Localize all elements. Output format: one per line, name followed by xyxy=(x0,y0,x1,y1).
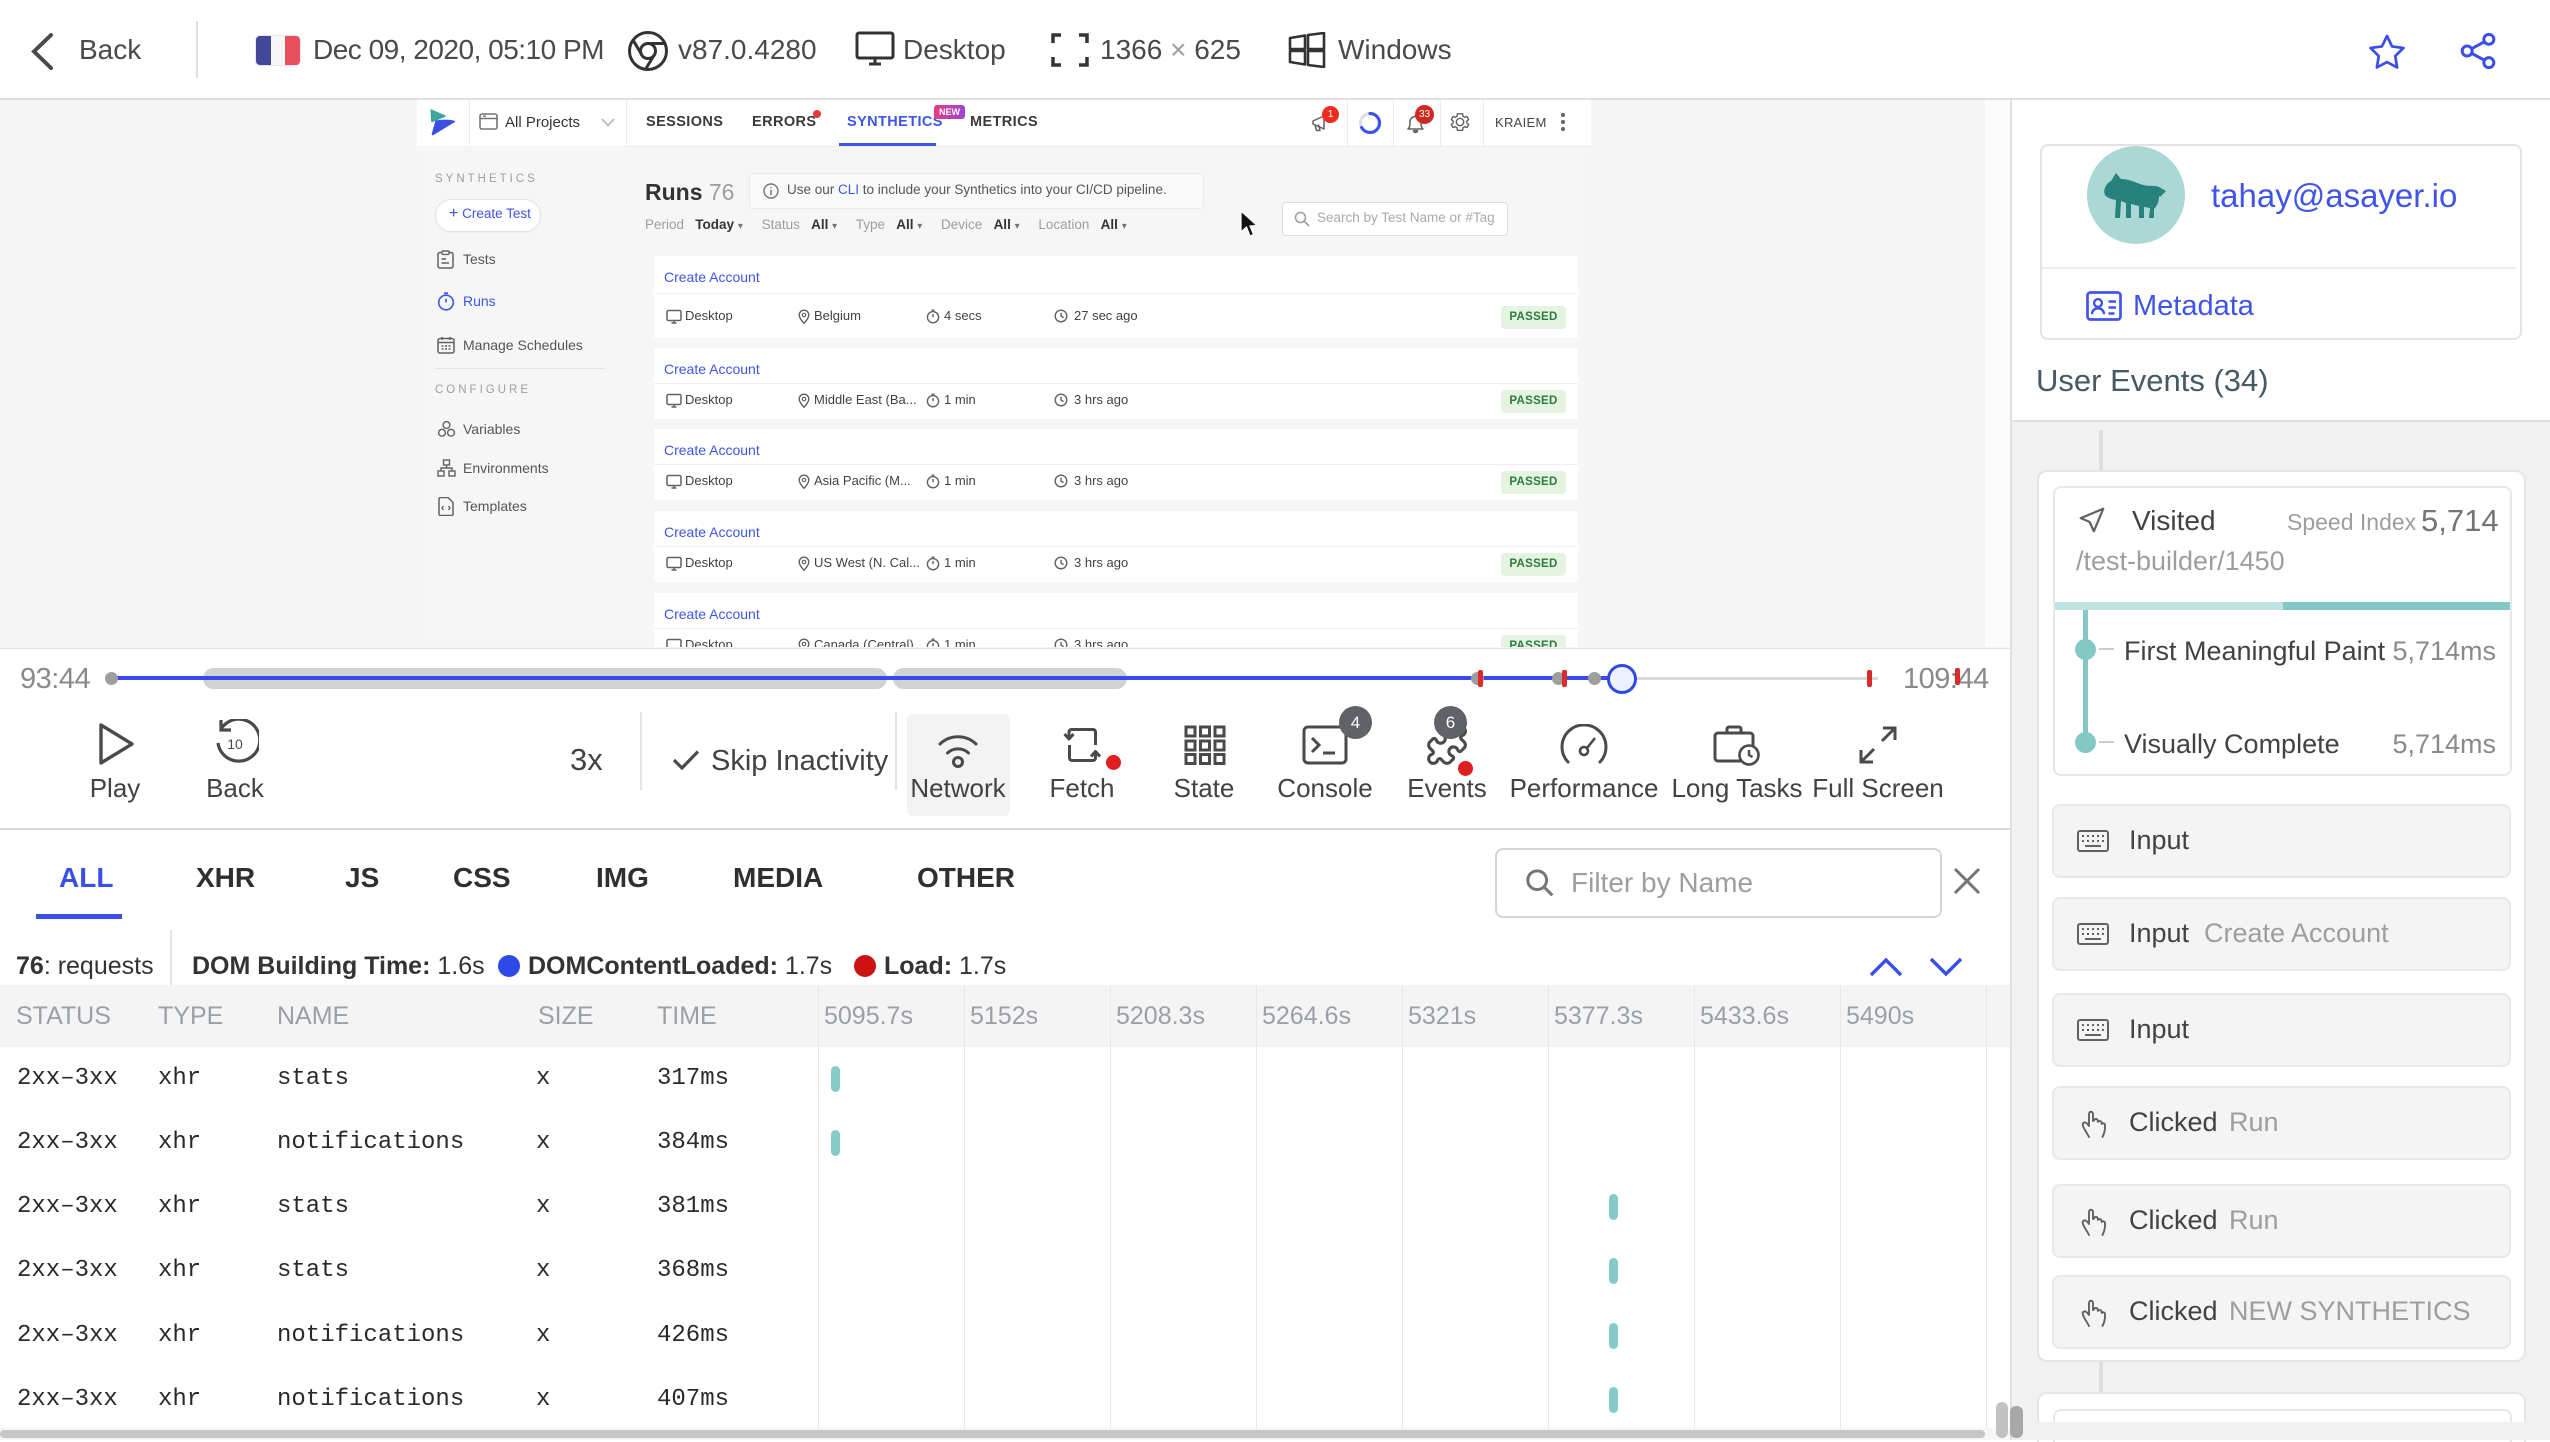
svg-text:10: 10 xyxy=(227,736,243,752)
